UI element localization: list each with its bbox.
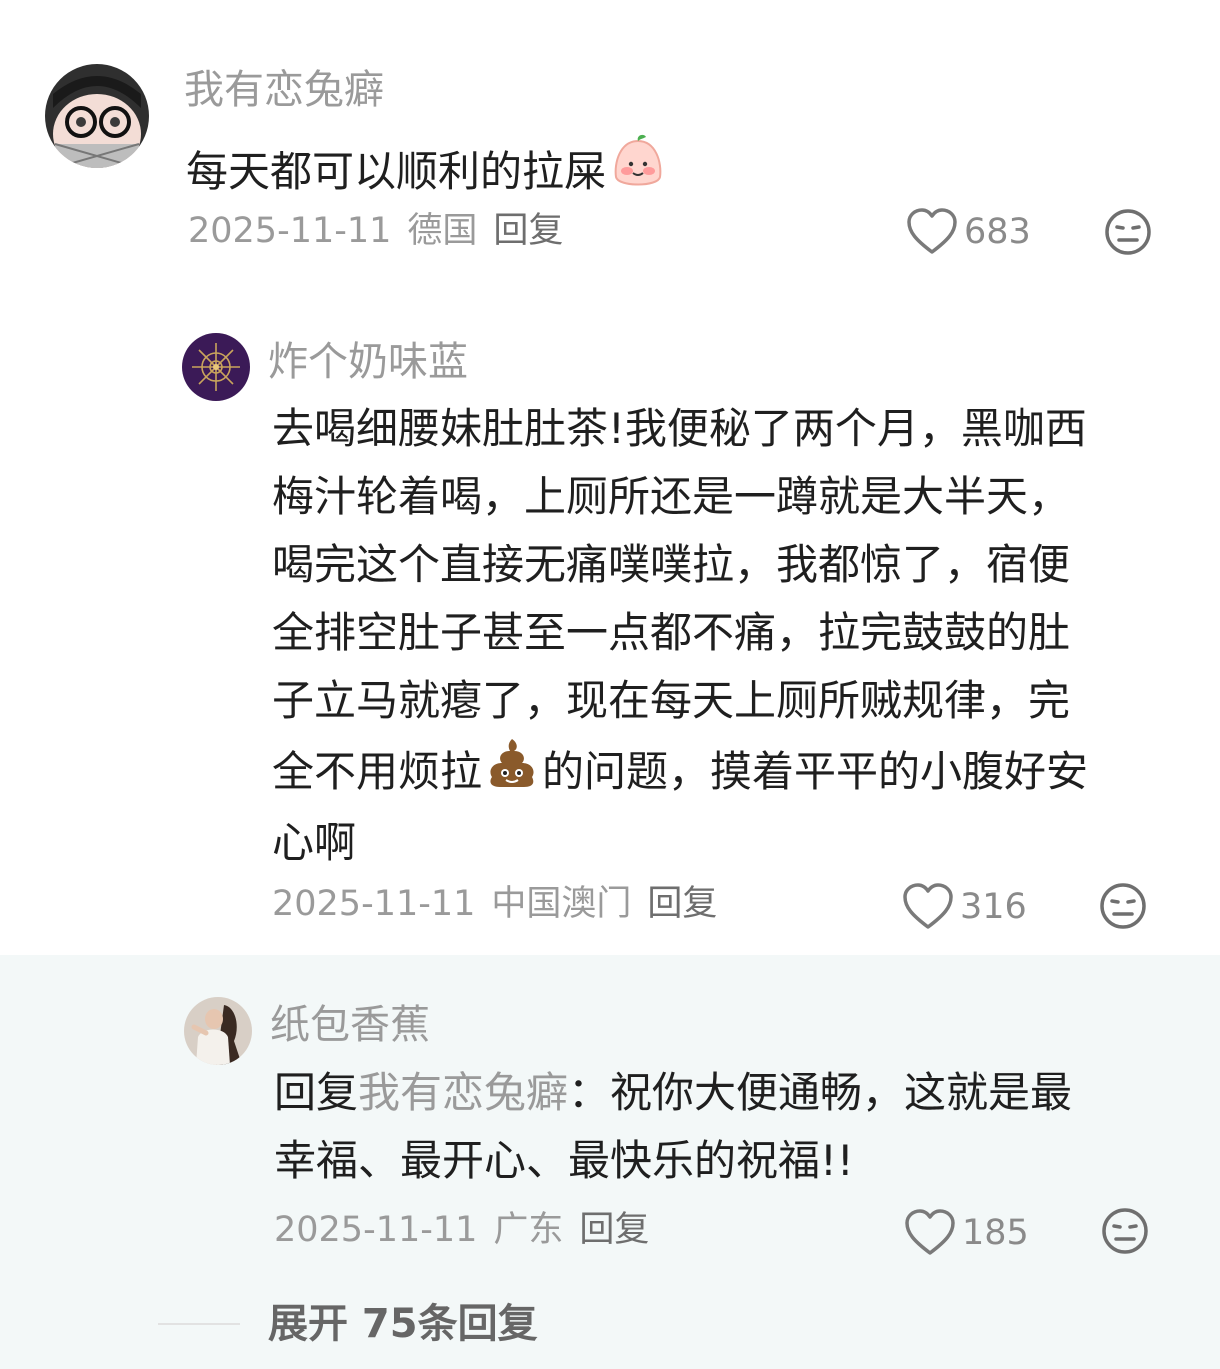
comment-location: 德国 — [407, 211, 478, 251]
comment-date: 2025-11-11 — [188, 211, 392, 251]
poop-emoji — [484, 735, 540, 809]
comment-text: 去喝细腰妹肚肚茶!我便秘了两个月，黑咖西 梅汁轮着喝，上厕所还是一蹲就是大半天，… — [272, 395, 1088, 877]
comment-location: 中国澳门 — [491, 884, 632, 924]
comment-text-line: 全排空肚子甚至一点都不痛，拉完鼓鼓的肚 — [272, 608, 1071, 657]
reply-button[interactable]: 回复 — [493, 211, 563, 251]
neutral-face-icon — [1099, 882, 1147, 930]
comment-username[interactable]: 炸个奶味蓝 — [268, 338, 468, 386]
like-count: 185 — [962, 1213, 1029, 1253]
comment-text-line: 幸福、最开心、最快乐的祝福!! — [274, 1136, 854, 1185]
like-button[interactable]: 316 — [902, 883, 1027, 931]
comment-text-line: 喝完这个直接无痛噗噗拉，我都惊了，宿便 — [272, 540, 1071, 589]
reply-to-username[interactable]: 我有恋兔癖 — [358, 1068, 568, 1117]
reply-button[interactable]: 回复 — [579, 1210, 649, 1250]
comment-meta: 2025-11-11 德国 回复 — [188, 209, 563, 253]
avatar[interactable] — [45, 64, 149, 168]
expand-replies-button[interactable]: 展开 75条回复 — [268, 1296, 538, 1352]
comment-meta: 2025-11-11 中国澳门 回复 — [272, 882, 717, 926]
reaction-button[interactable] — [1099, 882, 1147, 930]
neutral-face-icon — [1101, 1207, 1149, 1255]
like-button[interactable]: 683 — [906, 208, 1031, 256]
reply-prefix: 回复 — [274, 1068, 359, 1117]
peach-face-emoji — [610, 133, 666, 211]
comment-date: 2025-11-11 — [274, 1210, 478, 1250]
comment-text-segment: ：祝你大便通畅，这就是最 — [568, 1068, 1073, 1117]
comment-text-line-with-emoji: 全不用烦拉 的问题，摸着平平的小腹好安 — [272, 735, 1088, 809]
comment-text-segment: 全不用烦拉 — [272, 747, 483, 796]
comment-text-line: 回复我有恋兔癖：祝你大便通畅，这就是最 — [274, 1059, 1072, 1127]
avatar[interactable] — [182, 333, 250, 401]
comment-text-line: 心啊 — [272, 818, 357, 867]
neutral-face-icon — [1104, 208, 1152, 256]
reaction-button[interactable] — [1104, 208, 1152, 256]
comment-text-line: 每天都可以顺利的拉屎 — [186, 147, 607, 196]
like-button[interactable]: 185 — [904, 1209, 1029, 1257]
comment-text: 每天都可以顺利的拉屎 — [186, 133, 666, 211]
expand-divider — [158, 1323, 240, 1325]
reply-button[interactable]: 回复 — [647, 884, 717, 924]
comment-username[interactable]: 纸包香蕉 — [270, 1001, 430, 1049]
comment-date: 2025-11-11 — [272, 884, 476, 924]
heart-icon — [904, 1209, 962, 1257]
comment-location: 广东 — [493, 1210, 564, 1250]
comment-meta: 2025-11-11 广东 回复 — [274, 1208, 649, 1252]
like-count: 683 — [964, 212, 1031, 252]
like-count: 316 — [960, 887, 1027, 927]
comment-text-line: 去喝细腰妹肚肚茶!我便秘了两个月，黑咖西 — [272, 404, 1087, 453]
heart-icon — [906, 208, 964, 256]
comment-text-segment: 的问题，摸着平平的小腹好安 — [542, 747, 1089, 796]
comment-username[interactable]: 我有恋兔癖 — [184, 66, 384, 114]
comment-text-line: 子立马就瘪了，现在每天上厕所贼规律，完 — [272, 676, 1071, 725]
comment-text: 回复我有恋兔癖：祝你大便通畅，这就是最 幸福、最开心、最快乐的祝福!! — [274, 1059, 1072, 1195]
heart-icon — [902, 883, 960, 931]
reaction-button[interactable] — [1101, 1207, 1149, 1255]
comment-text-line: 梅汁轮着喝，上厕所还是一蹲就是大半天， — [272, 472, 1071, 521]
avatar[interactable] — [184, 997, 252, 1065]
